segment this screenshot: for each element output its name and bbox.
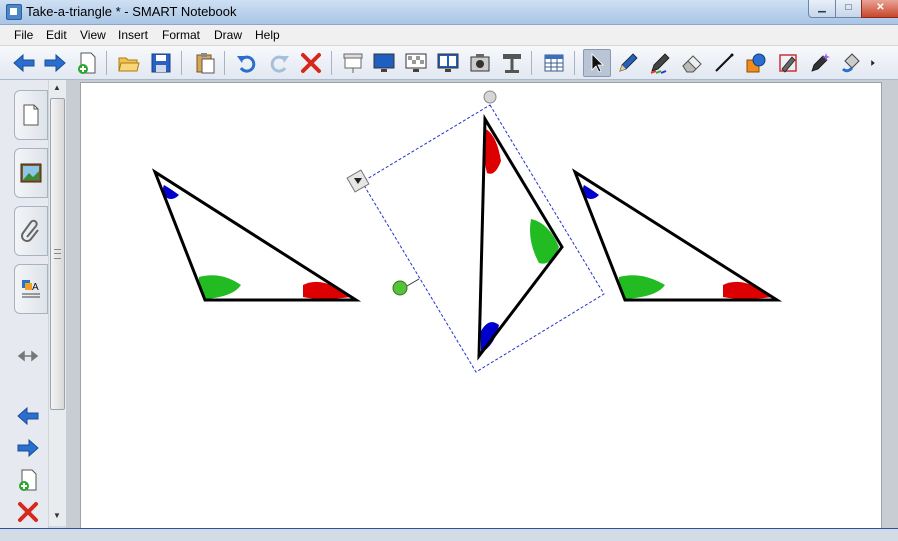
- angle-mark-top: [483, 129, 501, 174]
- window-title: Take-a-triangle * - SMART Notebook: [26, 4, 237, 19]
- scroll-grip-icon: [54, 249, 61, 259]
- scroll-down-arrow-icon[interactable]: ▼: [51, 511, 63, 523]
- triangle-outline: [151, 168, 362, 302]
- menu-format[interactable]: Format: [162, 28, 200, 42]
- svg-text:A: A: [32, 282, 39, 293]
- magic-pen-icon[interactable]: [807, 50, 833, 76]
- full-screen-icon[interactable]: [371, 50, 397, 76]
- toolbar-separator: [531, 51, 532, 75]
- resize-arrows-icon[interactable]: [14, 342, 42, 370]
- paste-icon[interactable]: [192, 50, 218, 76]
- toolbar-separator: [331, 51, 332, 75]
- transparent-background-icon[interactable]: [403, 50, 429, 76]
- pen-icon[interactable]: [615, 50, 641, 76]
- angle-mark-right: [723, 281, 773, 299]
- dual-page-icon[interactable]: [435, 50, 461, 76]
- add-page-icon[interactable]: [74, 50, 100, 76]
- maximize-button[interactable]: □: [835, 0, 862, 18]
- previous-page-icon[interactable]: [14, 402, 42, 430]
- screen-capture-icon[interactable]: [467, 50, 493, 76]
- handle-connector: [406, 278, 420, 287]
- undo-icon[interactable]: [234, 50, 260, 76]
- fill-icon[interactable]: [839, 50, 865, 76]
- page-drawing: [151, 90, 783, 373]
- toolbar-separator: [224, 51, 225, 75]
- delete-page-icon[interactable]: [14, 498, 42, 526]
- angle-mark-right: [303, 281, 351, 299]
- workspace: [66, 80, 898, 536]
- toolbar-separator: [106, 51, 107, 75]
- menu-file[interactable]: File: [14, 28, 33, 42]
- creative-pen-icon[interactable]: [647, 50, 673, 76]
- scroll-up-arrow-icon[interactable]: ▲: [51, 83, 63, 95]
- redo-icon[interactable]: [266, 50, 292, 76]
- angle-mark-left: [618, 275, 665, 299]
- right-triangle[interactable]: [571, 168, 783, 302]
- more-icon[interactable]: [866, 50, 880, 76]
- screen-shade-icon[interactable]: [340, 50, 366, 76]
- menu-view[interactable]: View: [80, 28, 106, 42]
- menu-draw[interactable]: Draw: [214, 28, 242, 42]
- resize-handle[interactable]: [392, 280, 408, 296]
- angle-mark-left: [198, 275, 241, 299]
- scrollbar-thumb[interactable]: [50, 98, 65, 410]
- menu-bar: File Edit View Insert Format Draw Help: [0, 25, 898, 46]
- open-folder-icon[interactable]: [116, 50, 142, 76]
- menu-help[interactable]: Help: [255, 28, 280, 42]
- title-bar: Take-a-triangle * - SMART Notebook ▁ □ ✕: [0, 0, 898, 25]
- vertical-scrollbar[interactable]: ▲ ▼: [48, 80, 66, 526]
- menu-edit[interactable]: Edit: [46, 28, 67, 42]
- triangle-outline: [571, 168, 783, 302]
- status-strip: [0, 528, 898, 541]
- line-icon[interactable]: [711, 50, 737, 76]
- save-icon[interactable]: [148, 50, 174, 76]
- toolbar-separator: [181, 51, 182, 75]
- add-page-icon[interactable]: [14, 466, 42, 494]
- table-icon[interactable]: [541, 50, 567, 76]
- properties-icon[interactable]: A: [14, 264, 48, 314]
- notebook-page[interactable]: [80, 82, 882, 530]
- delete-icon[interactable]: [298, 50, 324, 76]
- rotate-handle[interactable]: [483, 90, 497, 104]
- eraser-icon[interactable]: [679, 50, 705, 76]
- minimize-button[interactable]: ▁: [808, 0, 836, 18]
- menu-insert[interactable]: Insert: [118, 28, 148, 42]
- highlighter-icon[interactable]: [775, 50, 801, 76]
- page-sorter-icon[interactable]: [14, 90, 48, 140]
- gallery-icon[interactable]: [14, 148, 48, 198]
- close-button[interactable]: ✕: [861, 0, 898, 18]
- rotated-triangle[interactable]: [346, 90, 605, 373]
- main-toolbar: [0, 46, 898, 80]
- smart-notebook-app-icon: [6, 4, 22, 20]
- forward-arrow-icon[interactable]: [42, 50, 68, 76]
- next-page-icon[interactable]: [14, 434, 42, 462]
- back-arrow-icon[interactable]: [11, 50, 37, 76]
- document-camera-icon[interactable]: [499, 50, 525, 76]
- sidebar: A: [0, 80, 49, 536]
- left-triangle[interactable]: [151, 168, 362, 302]
- shape-icon[interactable]: [743, 50, 769, 76]
- attachments-icon[interactable]: [14, 206, 48, 256]
- toolbar-separator: [574, 51, 575, 75]
- select-pointer-icon[interactable]: [583, 49, 611, 77]
